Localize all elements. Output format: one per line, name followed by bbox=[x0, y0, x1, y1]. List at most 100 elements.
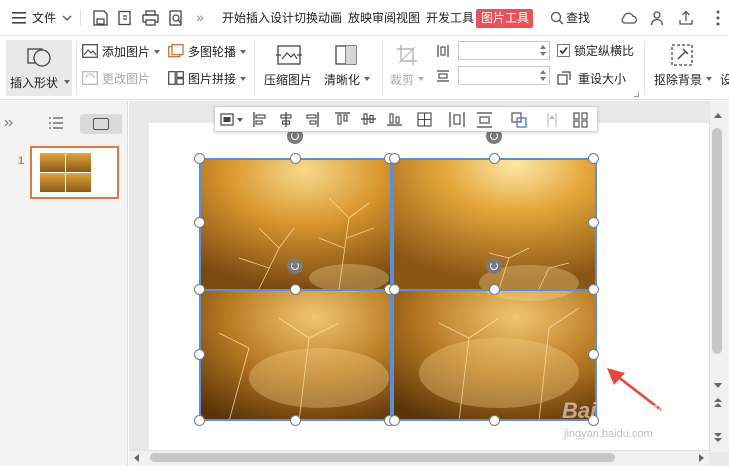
chevron-down-icon[interactable] bbox=[237, 118, 243, 122]
bring-forward-icon[interactable] bbox=[545, 112, 559, 128]
crop-icon[interactable] bbox=[396, 44, 418, 66]
page-up-icon[interactable] bbox=[714, 398, 722, 407]
resize-handle[interactable] bbox=[588, 217, 599, 228]
more-icon[interactable] bbox=[716, 10, 720, 26]
chevron-down-icon[interactable] bbox=[706, 77, 712, 81]
tab-view[interactable]: 视图 bbox=[396, 10, 420, 26]
outline-view-icon[interactable] bbox=[48, 117, 64, 129]
tab-animation[interactable]: 动画 bbox=[318, 10, 342, 26]
distribute-horizontal-icon[interactable] bbox=[449, 112, 465, 127]
ribbon-overflow[interactable]: 设 bbox=[720, 73, 729, 87]
chevron-down-icon[interactable] bbox=[240, 50, 246, 54]
search-icon[interactable] bbox=[550, 11, 564, 25]
width-input[interactable] bbox=[458, 66, 550, 85]
rotate-handle-icon[interactable] bbox=[486, 258, 502, 274]
tab-slideshow[interactable]: 放映 bbox=[348, 10, 372, 26]
chevron-down-icon[interactable] bbox=[154, 50, 160, 54]
resize-handle[interactable] bbox=[290, 415, 301, 426]
multi-picture-icon[interactable] bbox=[168, 44, 184, 58]
sharpen-button[interactable]: 清晰化 bbox=[324, 73, 360, 87]
resize-handle[interactable] bbox=[389, 284, 400, 295]
chevron-down-icon[interactable] bbox=[364, 77, 370, 81]
share-icon[interactable] bbox=[678, 10, 694, 26]
lock-ratio-checkbox[interactable] bbox=[557, 44, 570, 57]
align-right-icon[interactable] bbox=[305, 112, 319, 127]
sharpen-icon[interactable] bbox=[334, 44, 358, 66]
slide-view-tab[interactable] bbox=[80, 114, 122, 134]
add-picture-icon[interactable] bbox=[82, 44, 98, 58]
resize-handle[interactable] bbox=[489, 415, 500, 426]
save-icon[interactable] bbox=[92, 10, 108, 26]
change-picture-button[interactable]: 更改图片 bbox=[102, 72, 150, 86]
resize-handle[interactable] bbox=[194, 284, 205, 295]
align-left-icon[interactable] bbox=[253, 112, 267, 127]
picture-selection-3[interactable] bbox=[199, 289, 392, 421]
resize-handle[interactable] bbox=[588, 153, 599, 164]
add-picture-button[interactable]: 添加图片 bbox=[102, 45, 150, 59]
remove-background-button[interactable]: 抠除背景 bbox=[654, 73, 702, 87]
distribute-grid-icon[interactable] bbox=[417, 112, 432, 127]
crop-button[interactable]: 裁剪 bbox=[390, 73, 414, 87]
slide-thumbnail[interactable] bbox=[30, 146, 119, 199]
tab-review[interactable]: 审阅 bbox=[372, 10, 396, 26]
export-pdf-icon[interactable] bbox=[117, 10, 133, 26]
align-center-icon[interactable] bbox=[279, 112, 293, 127]
chevron-down-icon[interactable] bbox=[418, 77, 424, 81]
file-menu[interactable]: 文件 bbox=[32, 10, 56, 26]
collapse-panel-icon[interactable] bbox=[4, 119, 14, 127]
print-preview-icon[interactable] bbox=[168, 10, 184, 26]
resize-handle[interactable] bbox=[194, 415, 205, 426]
align-menu-icon[interactable] bbox=[220, 113, 234, 126]
scroll-right-icon[interactable] bbox=[699, 454, 704, 462]
resize-handle[interactable] bbox=[588, 284, 599, 295]
horizontal-scroll-thumb[interactable] bbox=[150, 453, 615, 462]
align-top-icon[interactable] bbox=[335, 112, 350, 126]
resize-handle[interactable] bbox=[194, 153, 205, 164]
tab-home[interactable]: 开始 bbox=[222, 10, 246, 26]
resize-handle[interactable] bbox=[290, 153, 301, 164]
resize-handle[interactable] bbox=[389, 153, 400, 164]
align-middle-icon[interactable] bbox=[361, 112, 376, 126]
align-bottom-icon[interactable] bbox=[387, 112, 402, 126]
rotate-handle-icon[interactable] bbox=[287, 258, 303, 274]
menu-icon[interactable] bbox=[12, 12, 26, 24]
resize-handle[interactable] bbox=[588, 349, 599, 360]
multi-picture-button[interactable]: 多图轮播 bbox=[188, 45, 236, 59]
tab-transitions[interactable]: 切换 bbox=[294, 10, 318, 26]
resize-handle[interactable] bbox=[389, 415, 400, 426]
resize-handle[interactable] bbox=[290, 284, 301, 295]
chevron-down-icon[interactable] bbox=[62, 14, 72, 22]
distribute-vertical-icon[interactable] bbox=[477, 112, 492, 128]
cloud-icon[interactable] bbox=[620, 11, 638, 25]
height-input[interactable] bbox=[458, 41, 550, 60]
compress-picture-button[interactable]: 压缩图片 bbox=[264, 73, 312, 87]
resize-handle[interactable] bbox=[489, 153, 500, 164]
tab-insert[interactable]: 插入 bbox=[246, 10, 270, 26]
more-commands[interactable]: » bbox=[196, 9, 204, 25]
print-icon[interactable] bbox=[142, 10, 159, 26]
layer-order-icon[interactable] bbox=[573, 112, 588, 128]
tab-picture-tools[interactable]: 图片工具 bbox=[481, 10, 529, 26]
reset-size-button[interactable]: 重设大小 bbox=[578, 72, 626, 86]
resize-handle[interactable] bbox=[194, 217, 205, 228]
scroll-down-icon[interactable] bbox=[714, 383, 722, 388]
insert-shape-label: 插入形状 bbox=[10, 76, 59, 90]
resize-handle[interactable] bbox=[489, 284, 500, 295]
tab-developer[interactable]: 开发工具 bbox=[426, 10, 474, 26]
chevron-down-icon[interactable] bbox=[240, 77, 246, 81]
picture-join-icon[interactable] bbox=[168, 71, 184, 85]
scroll-left-icon[interactable] bbox=[134, 454, 139, 462]
compress-picture-icon[interactable] bbox=[276, 44, 302, 66]
remove-background-icon[interactable] bbox=[670, 43, 694, 67]
page-down-icon[interactable] bbox=[714, 433, 722, 442]
search-label[interactable]: 查找 bbox=[566, 10, 590, 26]
reset-size-icon[interactable] bbox=[557, 71, 571, 85]
user-icon[interactable] bbox=[650, 10, 666, 26]
group-icon[interactable] bbox=[511, 112, 527, 128]
scroll-up-icon[interactable] bbox=[714, 113, 722, 118]
insert-shape-button[interactable]: 插入形状 bbox=[6, 40, 72, 96]
vertical-scroll-thumb[interactable] bbox=[712, 128, 722, 354]
tab-design[interactable]: 设计 bbox=[270, 10, 294, 26]
picture-join-button[interactable]: 图片拼接 bbox=[188, 72, 236, 86]
resize-handle[interactable] bbox=[194, 349, 205, 360]
